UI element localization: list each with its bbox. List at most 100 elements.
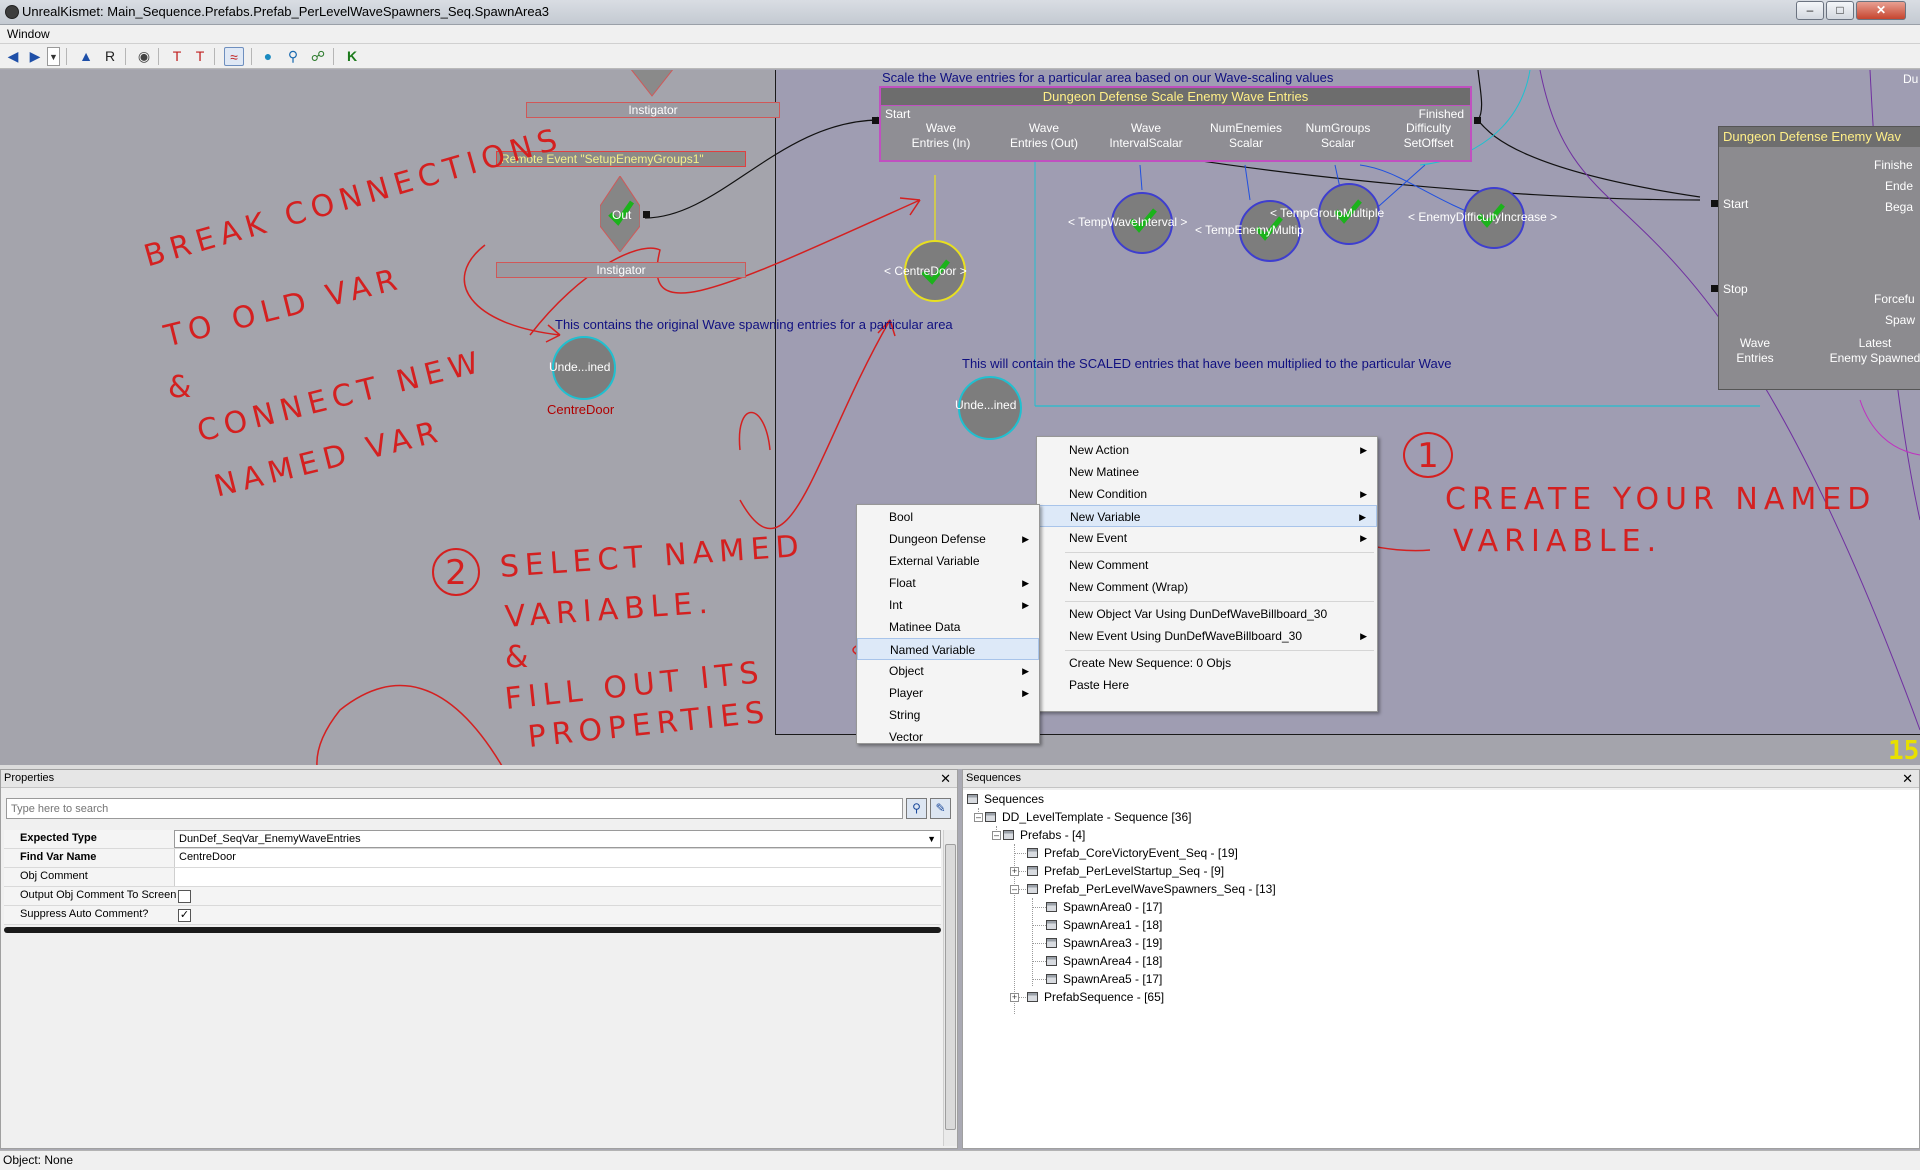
expand-icon[interactable]: + bbox=[1010, 993, 1019, 1002]
var-menu-float[interactable]: Float ▶ bbox=[857, 572, 1039, 594]
forward-arrow-icon[interactable]: ▶ bbox=[25, 47, 45, 66]
toolbar: ◀ ▶ ▼ ▲ R ◉ T T ≈ ● ⚲ ☍ K bbox=[0, 44, 1920, 69]
expected-type-dropdown[interactable]: DunDef_SeqVar_EnemyWaveEntries ▼ bbox=[174, 830, 941, 848]
wave-start-pin[interactable] bbox=[1711, 200, 1718, 207]
kismet-canvas[interactable]: Instigator Remote Event "SetupEnemyGroup… bbox=[0, 70, 1920, 765]
properties-scrollbar[interactable] bbox=[943, 830, 957, 1146]
wave-stop-pin[interactable] bbox=[1711, 285, 1718, 292]
collapse-icon[interactable]: – bbox=[974, 813, 983, 822]
prop-name: Find Var Name bbox=[20, 851, 97, 863]
parent-sequence-icon[interactable]: ▲ bbox=[76, 47, 96, 66]
clear-search-icon[interactable]: ✎ bbox=[930, 798, 951, 819]
sequence-icon bbox=[1027, 992, 1038, 1002]
binoculars-icon[interactable]: ☍ bbox=[308, 47, 328, 66]
expand-icon[interactable]: + bbox=[1010, 867, 1019, 876]
undefined-var-right-label: Unde...ined bbox=[955, 398, 1017, 412]
prop-name: Output Obj Comment To Screen bbox=[20, 889, 177, 901]
kismet-k-icon[interactable]: K bbox=[342, 47, 362, 66]
menu-new-event-using[interactable]: New Event Using DunDefWaveBillboard_30 ▶ bbox=[1037, 625, 1377, 647]
obj-comment-field[interactable] bbox=[174, 868, 941, 886]
open-prefab-icon[interactable]: T bbox=[167, 47, 187, 66]
collapse-icon[interactable]: – bbox=[992, 831, 1001, 840]
dungeon-defense-enemy-wave-action[interactable]: Dungeon Defense Enemy Wav Start Stop Fin… bbox=[1718, 126, 1920, 390]
var-menu-external-variable[interactable]: External Variable bbox=[857, 550, 1039, 572]
pin-wave-entries-out[interactable]: Wave Entries (Out) bbox=[999, 121, 1089, 151]
comment-scale: Scale the Wave entries for a particular … bbox=[882, 70, 1334, 85]
sequences-close-icon[interactable]: ✕ bbox=[1902, 771, 1913, 786]
menu-new-condition[interactable]: New Condition ▶ bbox=[1037, 483, 1377, 505]
menu-paste-here[interactable]: Paste Here bbox=[1037, 674, 1377, 696]
history-dropdown-icon[interactable]: ▼ bbox=[47, 47, 60, 66]
menu-window[interactable]: Window bbox=[7, 27, 50, 41]
pin-numenemies-scalar[interactable]: NumEnemies Scalar bbox=[1201, 121, 1291, 151]
tree-root-sequences[interactable]: Sequences bbox=[967, 790, 1044, 808]
prop-row-suppress-auto-comment[interactable]: Suppress Auto Comment? ✓ bbox=[4, 906, 941, 925]
wave-pin-latest-enemy[interactable]: Latest Enemy Spawned bbox=[1815, 336, 1920, 366]
sequence-icon bbox=[1046, 956, 1057, 966]
var-menu-vector[interactable]: Vector bbox=[857, 726, 1039, 744]
prop-row-output-obj-comment[interactable]: Output Obj Comment To Screen bbox=[4, 887, 941, 906]
pin-difficulty-setoffset[interactable]: Difficulty SetOffset bbox=[1386, 121, 1471, 151]
wire-style-icon[interactable]: ≈ bbox=[224, 47, 244, 66]
var-menu-bool[interactable]: Bool bbox=[857, 506, 1039, 528]
pin-wave-interval-scalar[interactable]: Wave IntervalScalar bbox=[1096, 121, 1196, 151]
lightbulb-icon[interactable]: ● bbox=[258, 47, 278, 66]
tree-prefabsequence[interactable]: PrefabSequence - [65] bbox=[1027, 988, 1164, 1006]
prop-row-find-var-name[interactable]: Find Var Name CentreDoor bbox=[4, 849, 941, 868]
suppress-auto-comment-checkbox[interactable]: ✓ bbox=[178, 909, 191, 922]
properties-search-input[interactable] bbox=[6, 798, 903, 819]
var-menu-string[interactable]: String bbox=[857, 704, 1039, 726]
instigator-top[interactable]: Instigator bbox=[526, 102, 780, 118]
scale-wave-entries-action[interactable]: Dungeon Defense Scale Enemy Wave Entries… bbox=[879, 86, 1472, 162]
scale-start-pin[interactable] bbox=[872, 117, 879, 124]
close-button[interactable]: ✕ bbox=[1856, 1, 1906, 20]
output-obj-comment-checkbox[interactable] bbox=[178, 890, 191, 903]
search-icon[interactable]: ⚲ bbox=[283, 47, 303, 66]
prop-row-obj-comment[interactable]: Obj Comment bbox=[4, 868, 941, 887]
var-menu-object[interactable]: Object ▶ bbox=[857, 660, 1039, 682]
properties-close-icon[interactable]: ✕ bbox=[940, 771, 951, 786]
scale-finished-pin[interactable] bbox=[1474, 117, 1481, 124]
chevron-down-icon[interactable]: ▼ bbox=[927, 831, 936, 848]
menu-new-comment[interactable]: New Comment bbox=[1037, 554, 1377, 576]
tree-prefab-perlevelstartup[interactable]: Prefab_PerLevelStartup_Seq - [9] bbox=[1027, 862, 1224, 880]
var-menu-dungeon-defense[interactable]: Dungeon Defense ▶ bbox=[857, 528, 1039, 550]
minimize-button[interactable]: – bbox=[1796, 1, 1824, 20]
find-var-name-field[interactable]: CentreDoor bbox=[174, 849, 941, 867]
prop-row-expected-type[interactable]: Expected Type DunDef_SeqVar_EnemyWaveEnt… bbox=[4, 830, 941, 849]
collapse-icon[interactable]: – bbox=[1010, 885, 1019, 894]
tree-prefab-perlevelwavespawners[interactable]: Prefab_PerLevelWaveSpawners_Seq - [13] bbox=[1027, 880, 1276, 898]
sequence-icon bbox=[1003, 830, 1014, 840]
tree-spawnarea5[interactable]: SpawnArea5 - [17] bbox=[1046, 970, 1162, 988]
instigator-bottom[interactable]: Instigator bbox=[496, 262, 746, 278]
var-menu-matinee-data[interactable]: Matinee Data bbox=[857, 616, 1039, 638]
menu-new-variable[interactable]: New Variable ▶ bbox=[1037, 505, 1377, 527]
maximize-button[interactable]: □ bbox=[1826, 1, 1854, 20]
menu-create-new-sequence[interactable]: Create New Sequence: 0 Objs bbox=[1037, 652, 1377, 674]
tree-spawnarea4[interactable]: SpawnArea4 - [18] bbox=[1046, 952, 1162, 970]
tree-prefab-corevictory[interactable]: Prefab_CoreVictoryEvent_Seq - [19] bbox=[1027, 844, 1238, 862]
menu-new-object-var-using[interactable]: New Object Var Using DunDefWaveBillboard… bbox=[1037, 603, 1377, 625]
var-menu-int[interactable]: Int ▶ bbox=[857, 594, 1039, 616]
menu-new-action[interactable]: New Action ▶ bbox=[1037, 439, 1377, 461]
wave-pin-entries[interactable]: Wave Entries bbox=[1725, 336, 1785, 366]
zoom-to-fit-icon[interactable]: ◉ bbox=[134, 47, 154, 66]
tree-spawnarea3[interactable]: SpawnArea3 - [19] bbox=[1046, 934, 1162, 952]
pin-wave-entries-in[interactable]: Wave Entries (In) bbox=[901, 121, 981, 151]
tree-spawnarea0[interactable]: SpawnArea0 - [17] bbox=[1046, 898, 1162, 916]
menu-new-event[interactable]: New Event ▶ bbox=[1037, 527, 1377, 549]
tag-icon[interactable]: T bbox=[190, 47, 210, 66]
out-pin[interactable] bbox=[643, 211, 650, 218]
rename-icon[interactable]: R bbox=[100, 47, 120, 66]
back-arrow-icon[interactable]: ◀ bbox=[3, 47, 23, 66]
search-icon[interactable]: ⚲ bbox=[906, 798, 927, 819]
tree-prefabs[interactable]: Prefabs - [4] bbox=[1003, 826, 1085, 844]
tree-dd-leveltemplate[interactable]: DD_LevelTemplate - Sequence [36] bbox=[985, 808, 1191, 826]
var-menu-named-variable[interactable]: Named Variable bbox=[857, 638, 1039, 660]
var-menu-player[interactable]: Player ▶ bbox=[857, 682, 1039, 704]
status-bar: Object: None bbox=[0, 1150, 1920, 1170]
menu-new-comment-wrap[interactable]: New Comment (Wrap) bbox=[1037, 576, 1377, 598]
tree-spawnarea1[interactable]: SpawnArea1 - [18] bbox=[1046, 916, 1162, 934]
pin-numgroups-scalar[interactable]: NumGroups Scalar bbox=[1293, 121, 1383, 151]
menu-new-matinee[interactable]: New Matinee bbox=[1037, 461, 1377, 483]
